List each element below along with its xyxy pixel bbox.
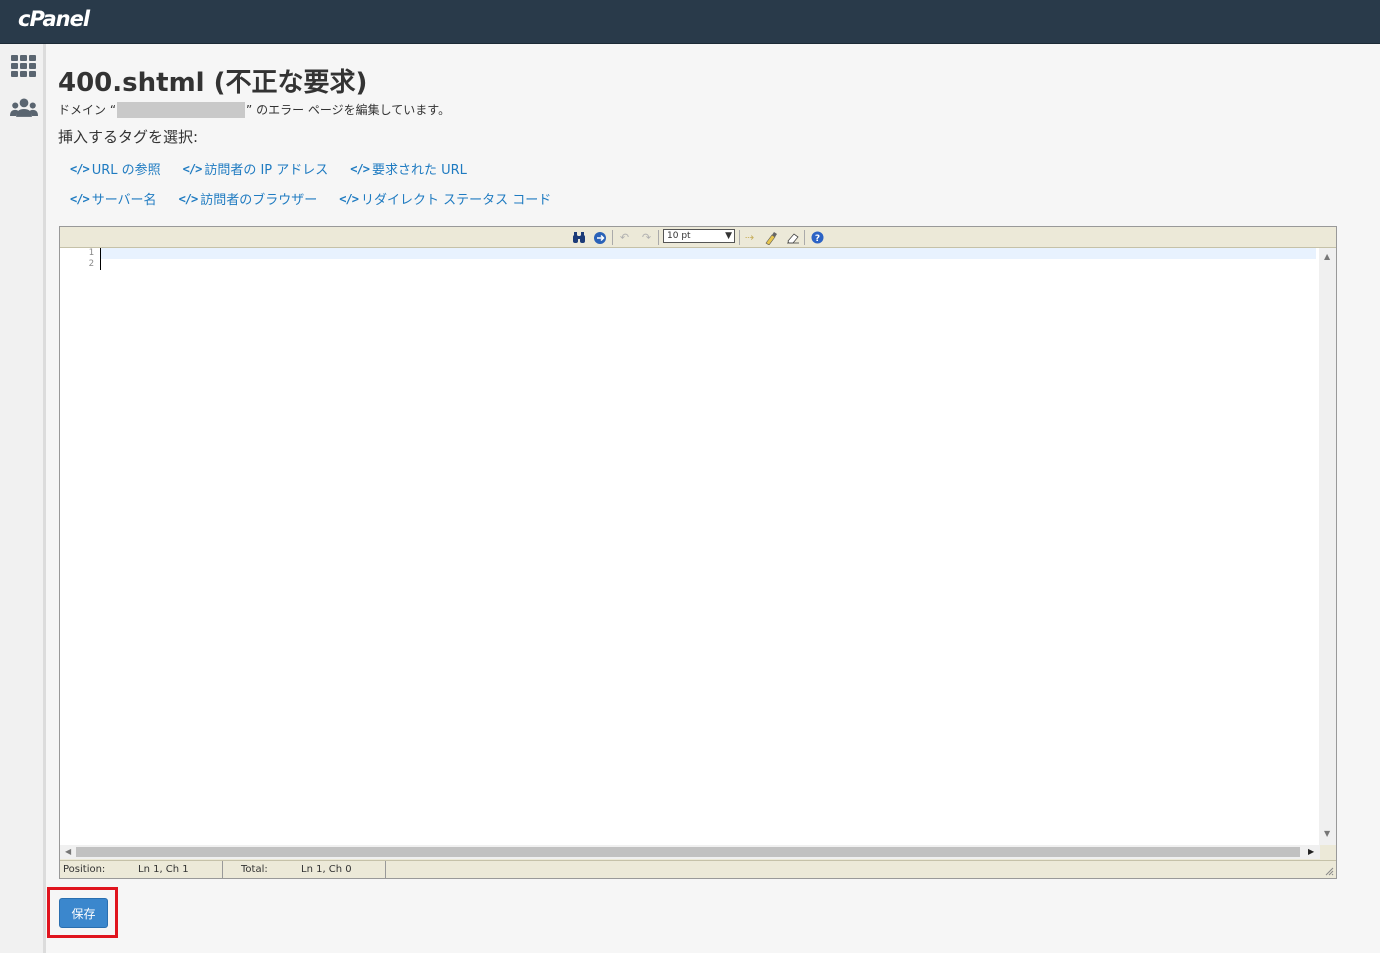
line-number: 1 — [88, 248, 94, 258]
save-highlight-frame: 保存 — [47, 887, 118, 938]
domain-description: ドメイン “ ” のエラー ページを編集しています。 — [58, 101, 450, 118]
editor-toolbar: ↶ ↷ 10 pt ▼ ⇢ ? — [60, 227, 1336, 248]
line-number: 2 — [88, 259, 94, 269]
scroll-down-icon[interactable]: ▼ — [1324, 829, 1330, 838]
domain-suffix: ” のエラー ページを編集しています。 — [246, 103, 451, 117]
tag-visitor-browser[interactable]: </> 訪問者のブラウザー — [178, 189, 318, 209]
scroll-left-icon[interactable]: ◀ — [65, 847, 71, 856]
tag-redirect-status[interactable]: </> リダイレクト ステータス コード — [339, 189, 551, 209]
vertical-scrollbar[interactable]: ▲ ▼ — [1319, 248, 1336, 845]
horizontal-scrollbar[interactable]: ◀ ▶ — [60, 845, 1320, 859]
editor-text-area[interactable]: 1 2 — [60, 248, 1320, 845]
apps-grid-icon[interactable] — [10, 54, 38, 80]
font-size-select[interactable]: 10 pt ▼ — [663, 229, 735, 243]
scroll-up-icon[interactable]: ▲ — [1324, 252, 1330, 261]
code-tag-icon: </> — [182, 161, 203, 176]
tag-row-2: </> サーバー名 </> 訪問者のブラウザー </> リダイレクト ステータス コー… — [70, 189, 551, 209]
toolbar-separator — [804, 230, 805, 245]
code-tag-icon: </> — [339, 191, 359, 206]
tag-requested-url[interactable]: </> 要求された URL — [350, 159, 467, 179]
line-number-gutter: 1 2 — [60, 248, 100, 845]
status-separator — [222, 861, 223, 879]
active-line-highlight — [100, 248, 1316, 259]
domain-prefix: ドメイン “ — [58, 103, 117, 117]
redo-icon[interactable]: ↷ — [639, 230, 654, 245]
save-button[interactable]: 保存 — [59, 898, 108, 928]
toolbar-separator — [739, 230, 740, 245]
svg-text:?: ? — [815, 234, 820, 244]
chevron-down-icon: ▼ — [725, 231, 732, 241]
code-tag-icon: </> — [350, 161, 370, 176]
help-icon[interactable]: ? — [810, 230, 825, 245]
code-tag-icon: </> — [178, 191, 199, 206]
goto-line-icon[interactable] — [592, 230, 607, 245]
reset-icon[interactable] — [785, 230, 800, 245]
highlight-toggle-icon[interactable]: ⇢ — [742, 230, 757, 245]
scroll-thumb[interactable] — [76, 847, 1300, 857]
total-label: Total: — [241, 864, 268, 875]
status-separator — [385, 861, 386, 879]
tag-visitor-ip[interactable]: </> 訪問者の IP アドレス — [182, 159, 329, 179]
toolbar-separator — [612, 230, 613, 245]
toolbar-separator — [658, 230, 659, 245]
top-bar: cPanel — [0, 0, 1380, 44]
tag-select-prompt: 挿入するタグを選択: — [58, 128, 199, 146]
users-icon[interactable] — [10, 96, 38, 122]
position-value: Ln 1, Ch 1 — [138, 864, 189, 875]
total-value: Ln 1, Ch 0 — [301, 864, 352, 875]
tag-row-1: </> URL の参照 </> 訪問者の IP アドレス </> 要求された URL — [70, 159, 467, 179]
editor-status-bar: Position: Ln 1, Ch 1 Total: Ln 1, Ch 0 — [60, 860, 1336, 879]
redacted-domain — [117, 101, 246, 118]
tag-server-name[interactable]: </> サーバー名 — [70, 189, 157, 209]
page-title: 400.shtml (不正な要求) — [58, 68, 368, 98]
code-tag-icon: </> — [70, 161, 90, 176]
text-caret — [100, 248, 101, 270]
cpanel-logo[interactable]: cPanel — [18, 7, 90, 31]
search-icon[interactable] — [571, 230, 586, 245]
code-tag-icon: </> — [70, 191, 90, 206]
scroll-right-icon[interactable]: ▶ — [1308, 847, 1314, 856]
tag-referring-url[interactable]: </> URL の参照 — [70, 159, 161, 179]
position-label: Position: — [63, 864, 106, 875]
sidebar — [0, 44, 46, 953]
syntax-highlight-icon[interactable] — [763, 230, 778, 245]
undo-icon[interactable]: ↶ — [617, 230, 632, 245]
resize-grip-icon[interactable] — [1325, 867, 1334, 876]
code-editor: ↶ ↷ 10 pt ▼ ⇢ ? 1 2 ▲ ▼ ◀ ▶ Position: Ln… — [59, 226, 1337, 879]
